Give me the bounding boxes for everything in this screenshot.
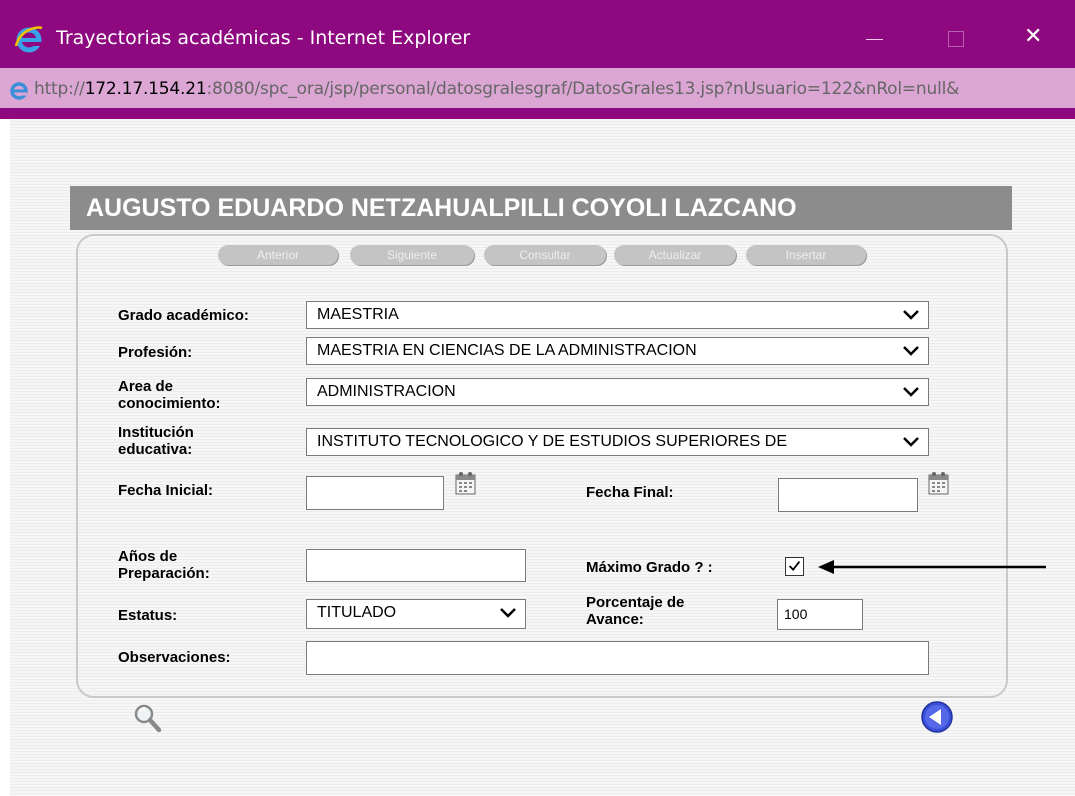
porcentaje-label-line1: Porcentaje de bbox=[586, 594, 685, 611]
close-icon: ✕ bbox=[1024, 24, 1043, 49]
observaciones-label: Observaciones: bbox=[118, 649, 231, 666]
porcentaje-value: 100 bbox=[784, 606, 808, 622]
porcentaje-label-line2: Avance: bbox=[586, 611, 644, 628]
porcentaje-input[interactable]: 100 bbox=[777, 599, 863, 630]
estatus-value: TITULADO bbox=[317, 604, 397, 621]
fecha-inicial-label: Fecha Inicial: bbox=[118, 482, 214, 499]
window-title: Trayectorias académicas - Internet Explo… bbox=[56, 27, 471, 49]
estatus-select[interactable]: TITULADO bbox=[306, 599, 526, 629]
chevron-down-icon bbox=[903, 310, 919, 320]
chevron-down-icon bbox=[500, 608, 516, 618]
actualizar-button[interactable]: Actualizar bbox=[614, 245, 736, 265]
calendar-icon[interactable] bbox=[926, 470, 950, 496]
area-label-line1: Area de bbox=[118, 378, 174, 395]
institucion-value: INSTITUTO TECNOLOGICO Y DE ESTUDIOS SUPE… bbox=[317, 433, 788, 450]
person-name-header: AUGUSTO EDUARDO NETZAHUALPILLI COYOLI LA… bbox=[70, 186, 1012, 230]
grado-value: MAESTRIA bbox=[317, 306, 399, 323]
fecha-final-label: Fecha Final: bbox=[586, 484, 674, 501]
profesion-select[interactable]: MAESTRIA EN CIENCIAS DE LA ADMINISTRACIO… bbox=[306, 337, 929, 365]
minimize-button[interactable] bbox=[848, 18, 898, 58]
observaciones-input[interactable] bbox=[306, 641, 929, 675]
anios-label-line2: Preparación: bbox=[118, 565, 210, 582]
anterior-button[interactable]: Anterior bbox=[218, 245, 338, 265]
fecha-final-input[interactable] bbox=[778, 478, 918, 512]
maximo-grado-label: Máximo Grado ? : bbox=[586, 559, 713, 576]
ie-icon bbox=[14, 26, 43, 53]
estatus-label: Estatus: bbox=[118, 607, 178, 624]
porcentaje-label: Porcentaje de Avance: bbox=[586, 594, 684, 628]
person-name: AUGUSTO EDUARDO NETZAHUALPILLI COYOLI LA… bbox=[86, 194, 797, 222]
magnifier-icon[interactable] bbox=[132, 702, 164, 736]
profesion-label: Profesión: bbox=[118, 344, 193, 361]
institucion-label: Institución educativa: bbox=[118, 424, 194, 458]
area-label: Area de conocimiento: bbox=[118, 378, 221, 412]
chevron-down-icon bbox=[903, 387, 919, 397]
fecha-inicial-input[interactable] bbox=[306, 476, 444, 510]
insertar-button[interactable]: Insertar bbox=[746, 245, 866, 265]
anios-label-line1: Años de bbox=[118, 548, 178, 565]
area-label-line2: conocimiento: bbox=[118, 395, 221, 412]
chevron-down-icon bbox=[903, 346, 919, 356]
maximize-button[interactable] bbox=[932, 18, 982, 58]
siguiente-button[interactable]: Siguiente bbox=[350, 245, 474, 265]
calendar-icon[interactable] bbox=[453, 470, 477, 496]
anios-label: Años de Preparación: bbox=[118, 548, 210, 582]
consultar-button[interactable]: Consultar bbox=[484, 245, 606, 265]
area-select[interactable]: ADMINISTRACION bbox=[306, 378, 929, 406]
url-path: :8080/spc_ora/jsp/personal/datosgralesgr… bbox=[206, 79, 960, 99]
checkmark-icon bbox=[788, 561, 801, 571]
window-titlebar: Trayectorias académicas - Internet Explo… bbox=[0, 0, 1075, 68]
institucion-label-line1: Institución bbox=[118, 424, 194, 441]
address-bar-border bbox=[0, 108, 1075, 119]
address-url[interactable]: http://172.17.154.21:8080/spc_ora/jsp/pe… bbox=[34, 79, 959, 99]
maximo-grado-checkbox[interactable] bbox=[785, 557, 804, 576]
profesion-value: MAESTRIA EN CIENCIAS DE LA ADMINISTRACIO… bbox=[317, 342, 697, 359]
url-prefix: http:// bbox=[34, 79, 85, 99]
grado-select[interactable]: MAESTRIA bbox=[306, 301, 929, 329]
close-button[interactable]: ✕ bbox=[1006, 18, 1056, 58]
institucion-label-line2: educativa: bbox=[118, 441, 193, 458]
url-host: 172.17.154.21 bbox=[84, 79, 207, 99]
grado-label: Grado académico: bbox=[118, 307, 249, 324]
back-arrow-icon[interactable] bbox=[920, 700, 954, 734]
chevron-down-icon bbox=[903, 437, 919, 447]
arrow-pointer-icon bbox=[818, 560, 1046, 574]
ie-page-icon bbox=[10, 82, 28, 100]
institucion-select[interactable]: INSTITUTO TECNOLOGICO Y DE ESTUDIOS SUPE… bbox=[306, 428, 929, 456]
address-bar[interactable]: http://172.17.154.21:8080/spc_ora/jsp/pe… bbox=[0, 68, 1075, 108]
anios-input[interactable] bbox=[306, 549, 526, 582]
area-value: ADMINISTRACION bbox=[317, 383, 456, 400]
